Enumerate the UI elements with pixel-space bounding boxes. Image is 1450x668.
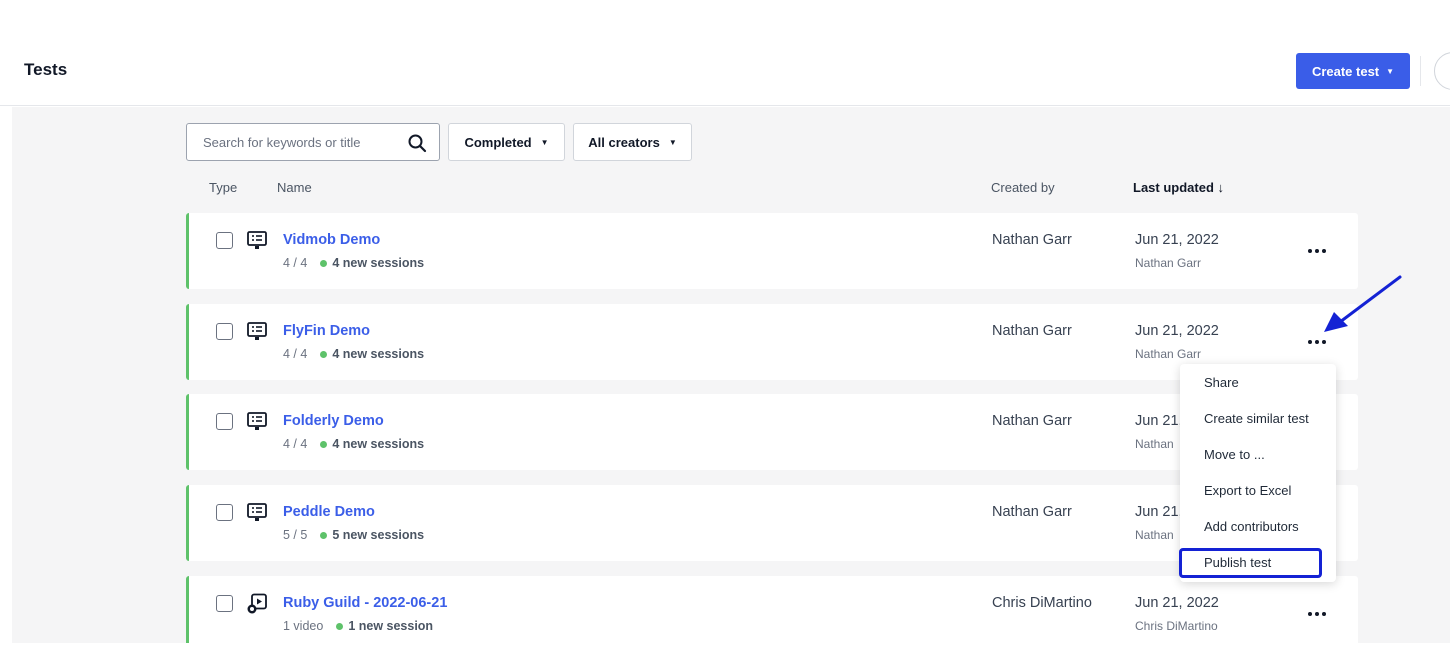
menu-item-create-similar[interactable]: Create similar test <box>1204 411 1309 426</box>
session-count: 5 / 5 <box>283 528 308 542</box>
last-updated-by: Nathan <box>1135 437 1174 451</box>
last-updated-by: Nathan <box>1135 528 1174 542</box>
row-options-menu: Share Create similar test Move to ... Ex… <box>1179 364 1336 582</box>
row-checkbox[interactable] <box>216 232 233 249</box>
status-dot <box>320 259 328 267</box>
last-updated-date: Jun 21, <box>1135 504 1183 520</box>
test-title-link[interactable]: Vidmob Demo <box>283 232 380 248</box>
topbar-divider <box>1420 56 1421 86</box>
created-by: Nathan Garr <box>992 323 1072 339</box>
page-title: Tests <box>24 60 68 79</box>
monitor-icon <box>247 231 267 249</box>
round-action-button[interactable] <box>1434 52 1450 90</box>
tests-list-area: Completed ▼ All creators ▼ Type Name Cre… <box>12 107 1450 643</box>
created-by: Nathan Garr <box>992 232 1072 248</box>
row-summary: 4 / 4 4 new sessions <box>283 437 424 451</box>
caret-down-icon: ▼ <box>540 137 549 147</box>
last-updated-by: Chris DiMartino <box>1135 619 1218 633</box>
video-icon <box>247 593 267 614</box>
row-summary: 4 / 4 4 new sessions <box>283 347 424 361</box>
menu-item-move-to[interactable]: Move to ... <box>1204 447 1265 462</box>
last-updated-date: Jun 21, 2022 <box>1135 323 1219 339</box>
more-options-icon[interactable] <box>1299 602 1335 626</box>
new-sessions: 5 new sessions <box>332 528 425 542</box>
row-summary: 4 / 4 4 new sessions <box>283 256 424 270</box>
status-dot <box>320 350 328 358</box>
top-bar: Tests Create test ▼ <box>0 0 1450 106</box>
bottom-strip <box>0 643 1450 668</box>
session-count: 4 / 4 <box>283 437 308 451</box>
column-header-last-updated[interactable]: Last updated ↓ <box>1133 180 1224 195</box>
new-sessions: 4 new sessions <box>332 437 425 451</box>
status-dot <box>320 440 328 448</box>
creator-filter-label: All creators <box>588 134 660 150</box>
test-title-link[interactable]: Folderly Demo <box>283 413 384 429</box>
last-updated-date: Jun 21, <box>1135 413 1183 429</box>
last-updated-date: Jun 21, 2022 <box>1135 232 1219 248</box>
row-checkbox[interactable] <box>216 595 233 612</box>
create-test-label: Create test <box>1311 63 1380 79</box>
new-sessions: 4 new sessions <box>332 347 425 361</box>
row-checkbox[interactable] <box>216 413 233 430</box>
table-row[interactable]: Ruby Guild - 2022-06-21 1 video 1 new se… <box>186 576 1358 643</box>
status-dot <box>336 622 344 630</box>
test-title-link[interactable]: Ruby Guild - 2022-06-21 <box>283 595 447 611</box>
menu-item-share[interactable]: Share <box>1204 375 1239 390</box>
session-count: 1 video <box>283 619 324 633</box>
column-header-created-by: Created by <box>991 180 1055 195</box>
menu-item-add-contributors[interactable]: Add contributors <box>1204 519 1299 534</box>
row-summary: 1 video 1 new session <box>283 619 433 633</box>
created-by: Chris DiMartino <box>992 595 1092 611</box>
search-icon[interactable] <box>407 133 427 153</box>
column-header-type: Type <box>209 180 238 195</box>
status-filter-label: Completed <box>464 134 532 150</box>
menu-item-export-excel[interactable]: Export to Excel <box>1204 483 1291 498</box>
last-updated-date: Jun 21, 2022 <box>1135 595 1219 611</box>
created-by: Nathan Garr <box>992 504 1072 520</box>
new-sessions: 1 new session <box>348 619 434 633</box>
column-header-name: Name <box>277 180 312 195</box>
new-sessions: 4 new sessions <box>332 256 425 270</box>
row-checkbox[interactable] <box>216 323 233 340</box>
creator-filter-dropdown[interactable]: All creators ▼ <box>573 123 692 161</box>
create-test-button[interactable]: Create test ▼ <box>1296 53 1410 89</box>
session-count: 4 / 4 <box>283 347 308 361</box>
status-dot <box>320 531 328 539</box>
test-title-link[interactable]: Peddle Demo <box>283 504 375 520</box>
monitor-icon <box>247 322 267 340</box>
row-checkbox[interactable] <box>216 504 233 521</box>
last-updated-by: Nathan Garr <box>1135 347 1202 361</box>
search-input[interactable] <box>187 134 392 150</box>
last-updated-by: Nathan Garr <box>1135 256 1202 270</box>
test-title-link[interactable]: FlyFin Demo <box>283 323 370 339</box>
monitor-icon <box>247 412 267 430</box>
caret-down-icon: ▼ <box>668 137 677 147</box>
more-options-icon[interactable] <box>1299 239 1335 263</box>
highlight-box <box>1179 548 1322 578</box>
row-summary: 5 / 5 5 new sessions <box>283 528 424 542</box>
monitor-icon <box>247 503 267 521</box>
created-by: Nathan Garr <box>992 413 1072 429</box>
status-filter-dropdown[interactable]: Completed ▼ <box>448 123 565 161</box>
session-count: 4 / 4 <box>283 256 308 270</box>
annotation-arrow-icon <box>1324 275 1402 332</box>
search-box[interactable] <box>186 123 440 161</box>
table-row[interactable]: Vidmob Demo 4 / 4 4 new sessions Nathan … <box>186 213 1358 289</box>
caret-down-icon: ▼ <box>1386 66 1395 76</box>
